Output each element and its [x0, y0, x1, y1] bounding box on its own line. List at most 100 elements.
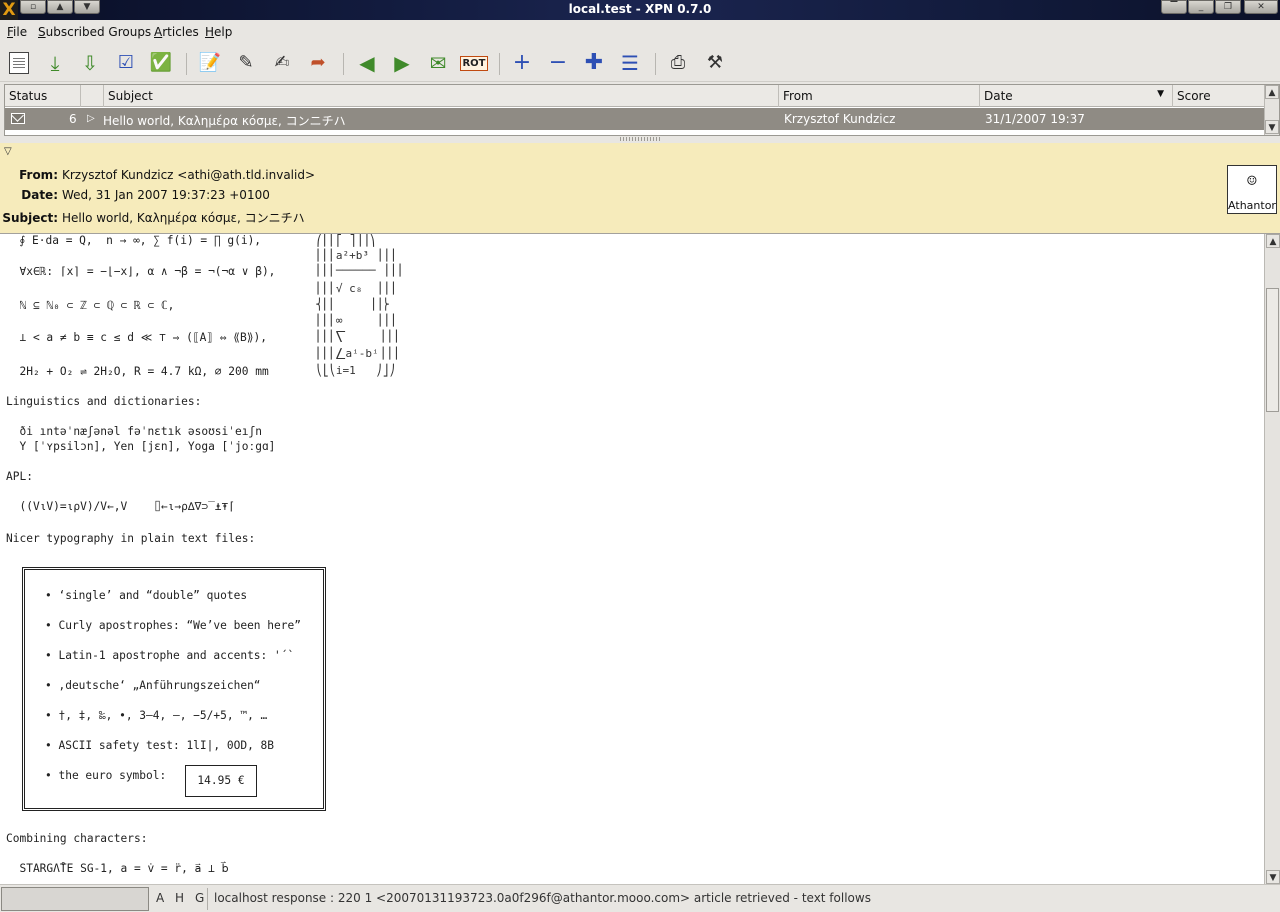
next-article-icon[interactable]: ▶ — [387, 49, 417, 77]
article-body-text: ∮ E⋅da = Q, n → ∞, ∑ f(i) = ∏ g(i), ∀x∈ℝ… — [6, 234, 402, 875]
header-subject-label: Subject: — [2, 211, 58, 225]
collapse-thread-icon[interactable]: − — [543, 49, 573, 77]
scroll-down-arrow-icon[interactable]: ▼ — [1266, 870, 1280, 884]
formula-line: ⎜⎜⎜────── ⎟⎟⎟ — [316, 264, 403, 277]
menu-help[interactable]: Help — [205, 25, 232, 39]
progress-field — [1, 887, 149, 911]
scroll-up-arrow-icon[interactable]: ▲ — [1266, 234, 1280, 248]
collapse-headers-icon[interactable]: ▽ — [4, 146, 12, 157]
expand-all-icon[interactable]: ✚ — [579, 49, 609, 77]
body-line: ((V⍳V)=⍳⍴V)/V←,V ⌷←⍳→⍴∆∇⊃‾⍎⍕⌈ — [6, 500, 236, 513]
body-line: ði ıntəˈnæʃənəl fəˈnɛtık əsoʊsiˈeıʃn — [6, 425, 262, 438]
menu-articles[interactable]: Articles — [154, 25, 199, 39]
scroll-down-arrow-icon[interactable]: ▼ — [1265, 120, 1279, 134]
download-headers-icon[interactable]: ⤓ — [40, 49, 70, 77]
table-row[interactable]: 6 ▷ Hello world, Καλημέρα κόσμε, コンニチハ K… — [5, 108, 1265, 130]
compose-icon[interactable]: 📝 — [195, 49, 225, 77]
list-scrollbar[interactable]: ▲ ▼ — [1264, 85, 1279, 135]
status-flag-g: G — [195, 891, 205, 905]
face-icon: ☺ — [1247, 171, 1257, 190]
plugin-icon[interactable]: ⎙ — [663, 49, 693, 77]
window-extra-button[interactable]: ▔ — [1161, 0, 1187, 14]
thread-count: 6 — [69, 112, 77, 126]
article-body: ∮ E⋅da = Q, n → ∞, ∑ f(i) = ∏ g(i), ∀x∈ℝ… — [0, 233, 1280, 884]
list-item: • ‚deutsche‘ „Anführungszeichen“ — [45, 679, 261, 692]
article-list: Status Subject From Date ▼ Score 6 ▷ Hel… — [4, 84, 1280, 136]
header-subject-value: Hello world, Καλημέρα κόσμε, コンニチハ — [62, 211, 305, 225]
menu-subscribed-groups[interactable]: Subscribed Groups — [38, 25, 151, 39]
column-score[interactable]: Score — [1173, 85, 1265, 107]
menu-bar: File Subscribed Groups Articles Help — [0, 20, 1280, 44]
math-formula: ⎛⎜⎜⎡ ⎤⎟⎟⎞ ⎜⎜⎜a²+b³ ⎟⎟⎟ ⎜⎜⎜────── ⎟⎟⎟ ⎜⎜⎜… — [316, 234, 412, 380]
formula-line: ⎜⎜⎜⎳aⁱ-bⁱ⎟⎟⎟ — [316, 347, 399, 360]
toolbar-separator — [186, 53, 187, 75]
column-date-label: Date — [984, 89, 1013, 103]
body-heading: Combining characters: — [6, 832, 148, 845]
reply-icon[interactable]: ✎ — [231, 49, 261, 77]
formula-line: ⎜⎜⎜√ c₈ ⎟⎟⎟ — [316, 282, 396, 295]
row-from: Krzysztof Kundzicz — [784, 112, 896, 126]
formula-line: ⎜⎜⎜a²+b³ ⎟⎟⎟ — [316, 249, 396, 262]
toolbar-separator — [343, 53, 344, 75]
sort-desc-icon: ▼ — [1157, 89, 1164, 99]
window-title: local.test - XPN 0.7.0 — [568, 2, 712, 16]
row-date: 31/1/2007 19:37 — [985, 112, 1085, 126]
close-button[interactable]: ✕ — [1244, 0, 1278, 14]
body-line: ⊥ < a ≠ b ≡ c ≤ d ≪ ⊤ ⇒ (⟦A⟧ ⇔ ⟪B⟫), — [6, 331, 267, 344]
formula-line: ⎜⎜⎜∞ ⎟⎟⎟ — [316, 314, 396, 327]
column-status[interactable]: Status — [5, 85, 81, 107]
toolbar-separator — [499, 53, 500, 75]
prev-article-icon[interactable]: ◀ — [352, 49, 382, 77]
scrollbar-thumb[interactable] — [1266, 288, 1279, 412]
status-flag-h: H — [175, 891, 185, 905]
toolbar-separator — [655, 53, 656, 75]
list-item: • ASCII safety test: 1lI|, 0OD, 8B — [45, 739, 275, 752]
formula-line: ⎛⎜⎜⎡ ⎤⎟⎟⎞ — [316, 234, 376, 247]
scroll-up-arrow-icon[interactable]: ▲ — [1265, 85, 1279, 99]
body-scrollbar[interactable]: ▲ ▼ — [1264, 234, 1280, 884]
subscribe-icon[interactable] — [4, 49, 34, 77]
rot13-icon[interactable]: ROT — [459, 49, 489, 77]
next-unread-icon[interactable]: ✉ — [423, 49, 453, 77]
header-from: From: Krzysztof Kundzicz <athi@ath.tld.in… — [0, 168, 315, 182]
row-subject: Hello world, Καλημέρα κόσμε, コンニチハ — [103, 114, 346, 128]
collapse-all-icon[interactable]: ☰ — [615, 49, 645, 77]
header-date: Date: Wed, 31 Jan 2007 19:37:23 +0100 — [0, 188, 270, 202]
header-from-label: From: — [19, 168, 58, 182]
list-item: • Curly apostrophes: “We’ve been here” — [45, 619, 301, 632]
article-header-pane: ▽ From: Krzysztof Kundzicz <athi@ath.tld.… — [0, 143, 1280, 233]
body-line: 2H₂ + O₂ ⇌ 2H₂O, R = 4.7 kΩ, ⌀ 200 mm — [6, 365, 269, 378]
list-item: • the euro symbol: — [45, 769, 167, 782]
header-subject: Subject: Hello world, Καλημέρα κόσμε, コンニ… — [0, 209, 305, 226]
pane-splitter-handle[interactable] — [620, 137, 660, 141]
settings-icon[interactable]: ⚒ — [700, 49, 730, 77]
minimize-button[interactable]: _ — [1188, 0, 1214, 14]
body-line: ℕ ⊆ ℕ₀ ⊂ ℤ ⊂ ℚ ⊂ ℝ ⊂ ℂ, — [6, 299, 175, 312]
column-subject[interactable]: Subject — [103, 85, 779, 107]
list-item: • †, ‡, ‰, •, 3–4, —, −5/+5, ™, … — [45, 709, 268, 722]
formula-line: ⎨⎜⎜ ⎟⎟⎬ — [316, 298, 389, 311]
status-separator — [207, 888, 208, 910]
body-heading: APL: — [6, 470, 33, 483]
expand-thread-arrow-icon[interactable]: ▷ — [87, 113, 95, 124]
mark-read-icon[interactable]: ☑ — [111, 49, 141, 77]
column-date[interactable]: Date ▼ — [980, 85, 1173, 107]
toolbar: ⤓ ⇩ ☑ ✅ 📝 ✎ ✍ ➦ ◀ ▶ ✉ ROT + − ✚ ☰ ⎙ ⚒ — [0, 44, 1280, 82]
reply-mail-icon[interactable]: ✍ — [267, 49, 297, 77]
menu-file[interactable]: File — [7, 25, 27, 39]
mark-all-read-icon[interactable]: ✅ — [146, 49, 176, 77]
body-line: STARGΛ̊TE SG-1, a = v̇ = r̈, a⃑ ⊥ b⃑ — [6, 862, 229, 875]
download-articles-icon[interactable]: ⇩ — [75, 49, 105, 77]
status-bar: A H G localhost response : 220 1 <200701… — [0, 884, 1280, 912]
list-item: • ‘single’ and “double” quotes — [45, 589, 248, 602]
expand-thread-icon[interactable]: + — [507, 49, 537, 77]
maximize-button[interactable]: ❐ — [1215, 0, 1241, 14]
header-date-label: Date: — [21, 188, 58, 202]
forward-icon[interactable]: ➦ — [303, 49, 333, 77]
body-heading: Linguistics and dictionaries: — [6, 395, 202, 408]
column-from[interactable]: From — [779, 85, 980, 107]
typography-box: • ‘single’ and “double” quotes • Curly a… — [22, 567, 326, 811]
article-list-header: Status Subject From Date ▼ Score — [5, 85, 1265, 107]
avatar-name: Athantor — [1228, 199, 1276, 212]
status-flag-a: A — [156, 891, 165, 905]
